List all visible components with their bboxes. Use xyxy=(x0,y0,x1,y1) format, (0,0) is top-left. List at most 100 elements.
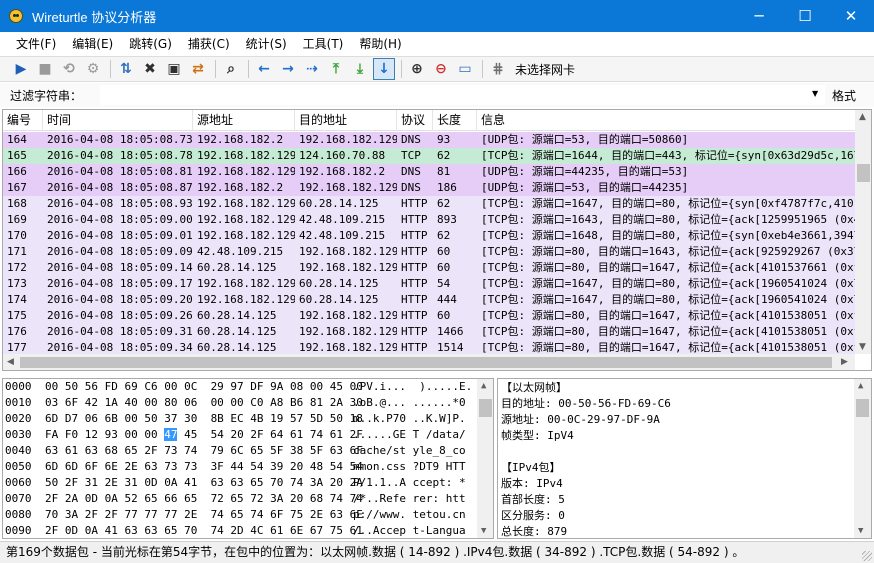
hex-row: 0040 63 61 63 68 65 2F 73 74 79 6C 65 5F … xyxy=(3,443,475,459)
chevron-down-icon[interactable]: ▼ xyxy=(812,89,818,98)
detail-line[interactable]: 总长度: 879 xyxy=(501,524,567,538)
scroll-left-icon[interactable]: ◀ xyxy=(7,357,14,367)
minimize-button[interactable]: ─ xyxy=(736,0,782,32)
cell-protocol: HTTP xyxy=(401,197,428,210)
detail-line[interactable]: 首部长度: 5 xyxy=(501,492,565,508)
detail-line[interactable]: 源地址: 00-0C-29-97-DF-9A xyxy=(501,412,660,428)
save-file-button[interactable]: ▣ xyxy=(163,58,185,80)
detail-line[interactable]: 【IPv4包】 xyxy=(501,460,561,476)
scroll-down-icon[interactable]: ▼ xyxy=(481,526,486,536)
resize-grip-icon[interactable] xyxy=(862,551,872,561)
scroll-thumb[interactable] xyxy=(857,164,870,182)
column-time[interactable]: 时间 xyxy=(43,110,193,131)
menu-file[interactable]: 文件(F) xyxy=(8,33,64,55)
maximize-button[interactable]: ☐ xyxy=(782,0,828,32)
scroll-thumb[interactable] xyxy=(20,357,832,368)
scroll-thumb[interactable] xyxy=(479,399,492,417)
hex-offset: 0000 xyxy=(5,380,32,393)
capture-options-button[interactable]: ⚙ xyxy=(82,58,104,80)
hex-bytes[interactable]: FA F0 12 93 00 00 47 45 54 20 2F 64 61 7… xyxy=(45,427,363,443)
scroll-thumb[interactable] xyxy=(856,399,869,417)
scroll-up-icon[interactable]: ▲ xyxy=(481,381,486,391)
packet-row[interactable]: 173 2016-04-08 18:05:09.174 192.168.182.12… xyxy=(3,276,855,292)
selected-byte[interactable]: 47 xyxy=(164,428,178,441)
close-file-button[interactable]: ✖ xyxy=(139,58,161,80)
column-info[interactable]: 信息 xyxy=(477,110,855,131)
menu-go[interactable]: 跳转(G) xyxy=(121,33,180,55)
menu-edit[interactable]: 编辑(E) xyxy=(64,33,121,55)
packet-row[interactable]: 166 2016-04-08 18:05:08.814 192.168.182.12… xyxy=(3,164,855,180)
hex-bytes[interactable]: 03 6F 42 1A 40 00 80 06 00 00 C0 A8 B6 8… xyxy=(45,395,363,411)
packet-list-vertical-scrollbar[interactable]: ▲ ▼ xyxy=(855,110,871,354)
hex-dump-pane[interactable]: 0000 00 50 56 FD 69 C6 00 0C 29 97 DF 9A … xyxy=(2,378,494,539)
packet-row[interactable]: 165 2016-04-08 18:05:08.783 192.168.182.12… xyxy=(3,148,855,164)
hex-bytes[interactable]: 6D 6D 6F 6E 2E 63 73 73 3F 44 54 39 20 4… xyxy=(45,459,363,475)
go-to-packet-button[interactable]: ⇢ xyxy=(301,58,323,80)
scroll-up-icon[interactable]: ▲ xyxy=(858,381,863,391)
filter-input[interactable] xyxy=(100,85,825,105)
cell-destination: 192.168.182.129 xyxy=(299,309,397,322)
restart-capture-button[interactable]: ⟲ xyxy=(58,58,80,80)
hex-vertical-scrollbar[interactable]: ▲ ▼ xyxy=(477,379,493,538)
packet-row[interactable]: 174 2016-04-08 18:05:09.205 192.168.182.12… xyxy=(3,292,855,308)
detail-line[interactable]: 帧类型: IpV4 xyxy=(501,428,574,444)
cell-source: 192.168.182.129 xyxy=(197,213,295,226)
column-number[interactable]: 编号 xyxy=(3,110,43,131)
packet-row[interactable]: 175 2016-04-08 18:05:09.267 60.28.14.125 19… xyxy=(3,308,855,324)
zoom-in-button[interactable]: ⊕ xyxy=(406,58,428,80)
packet-row[interactable]: 164 2016-04-08 18:05:08.736 192.168.182.2 1… xyxy=(3,132,855,148)
go-to-packet-icon: ⇢ xyxy=(306,61,318,77)
detail-vertical-scrollbar[interactable]: ▲ ▼ xyxy=(854,379,871,538)
hex-ascii: cache/st yle_8_co xyxy=(353,444,466,457)
menu-capture[interactable]: 捕获(C) xyxy=(180,33,238,55)
packet-row[interactable]: 167 2016-04-08 18:05:08.877 192.168.182.2 1… xyxy=(3,180,855,196)
auto-scroll-button[interactable]: ↓ xyxy=(373,58,395,80)
packet-row[interactable]: 171 2016-04-08 18:05:09.096 42.48.109.215 1… xyxy=(3,244,855,260)
first-packet-button[interactable]: ⤒ xyxy=(325,58,347,80)
hex-bytes[interactable]: 2F 2A 0D 0A 52 65 66 65 72 65 72 3A 20 6… xyxy=(45,491,363,507)
format-button[interactable]: 格式 xyxy=(832,87,856,104)
packet-row[interactable]: 172 2016-04-08 18:05:09.142 60.28.14.125 19… xyxy=(3,260,855,276)
stop-capture-button[interactable]: ■ xyxy=(34,58,56,80)
packet-row[interactable]: 170 2016-04-08 18:05:09.017 192.168.182.12… xyxy=(3,228,855,244)
normal-size-button[interactable]: ▭ xyxy=(454,58,476,80)
packet-detail-pane[interactable]: 【以太网帧】 目的地址: 00-50-56-FD-69-C6 源地址: 00-0C-… xyxy=(497,378,872,539)
packet-list-horizontal-scrollbar[interactable]: ◀ ▶ xyxy=(3,354,855,370)
scroll-down-icon[interactable]: ▼ xyxy=(858,526,863,536)
reload-button[interactable]: ⇄ xyxy=(187,58,209,80)
packet-row[interactable]: 168 2016-04-08 18:05:08.939 192.168.182.12… xyxy=(3,196,855,212)
zoom-out-button[interactable]: ⊖ xyxy=(430,58,452,80)
column-source[interactable]: 源地址 xyxy=(193,110,295,131)
scroll-down-icon[interactable]: ▼ xyxy=(859,342,866,352)
open-file-button[interactable]: ⇅ xyxy=(115,58,137,80)
hex-bytes[interactable]: 6D D7 06 6B 00 50 37 30 8B EC 4B 19 57 5… xyxy=(45,411,363,427)
hex-bytes[interactable]: 00 50 56 FD 69 C6 00 0C 29 97 DF 9A 08 0… xyxy=(45,379,363,395)
find-packet-button[interactable]: ⌕ xyxy=(220,58,242,80)
hex-ascii: .PV.i... ).....E. xyxy=(353,380,473,393)
hex-bytes[interactable]: 50 2F 31 2E 31 0D 0A 41 63 63 65 70 74 3… xyxy=(45,475,363,491)
menu-statistics[interactable]: 统计(S) xyxy=(238,33,295,55)
resize-columns-button[interactable]: ⋕ xyxy=(487,58,509,80)
menu-help[interactable]: 帮助(H) xyxy=(351,33,409,55)
hex-bytes[interactable]: 2F 0D 0A 41 63 63 65 70 74 2D 4C 61 6E 6… xyxy=(45,523,363,538)
detail-line[interactable]: 目的地址: 00-50-56-FD-69-C6 xyxy=(501,396,671,412)
menu-tools[interactable]: 工具(T) xyxy=(295,33,352,55)
start-capture-button[interactable]: ▶ xyxy=(10,58,32,80)
detail-line[interactable]: 区分服务: 0 xyxy=(501,508,565,524)
column-protocol[interactable]: 协议 xyxy=(397,110,433,131)
last-packet-button[interactable]: ⤓ xyxy=(349,58,371,80)
go-forward-button[interactable]: → xyxy=(277,58,299,80)
close-button[interactable]: ✕ xyxy=(828,0,874,32)
column-destination[interactable]: 目的地址 xyxy=(295,110,397,131)
hex-bytes[interactable]: 63 61 63 68 65 2F 73 74 79 6C 65 5F 38 5… xyxy=(45,443,363,459)
go-back-button[interactable]: ← xyxy=(253,58,275,80)
packet-row[interactable]: 169 2016-04-08 18:05:09.002 192.168.182.12… xyxy=(3,212,855,228)
nic-status-label[interactable]: 未选择网卡 xyxy=(515,61,575,78)
scroll-up-icon[interactable]: ▲ xyxy=(859,112,866,122)
packet-row[interactable]: 176 2016-04-08 18:05:09.314 60.28.14.125 19… xyxy=(3,324,855,340)
detail-line[interactable]: 【以太网帧】 xyxy=(501,380,567,396)
column-length[interactable]: 长度 xyxy=(433,110,477,131)
hex-bytes[interactable]: 70 3A 2F 2F 77 77 77 2E 74 65 74 6F 75 2… xyxy=(45,507,363,523)
detail-line[interactable]: 版本: IPv4 xyxy=(501,476,563,492)
scroll-right-icon[interactable]: ▶ xyxy=(841,357,848,367)
